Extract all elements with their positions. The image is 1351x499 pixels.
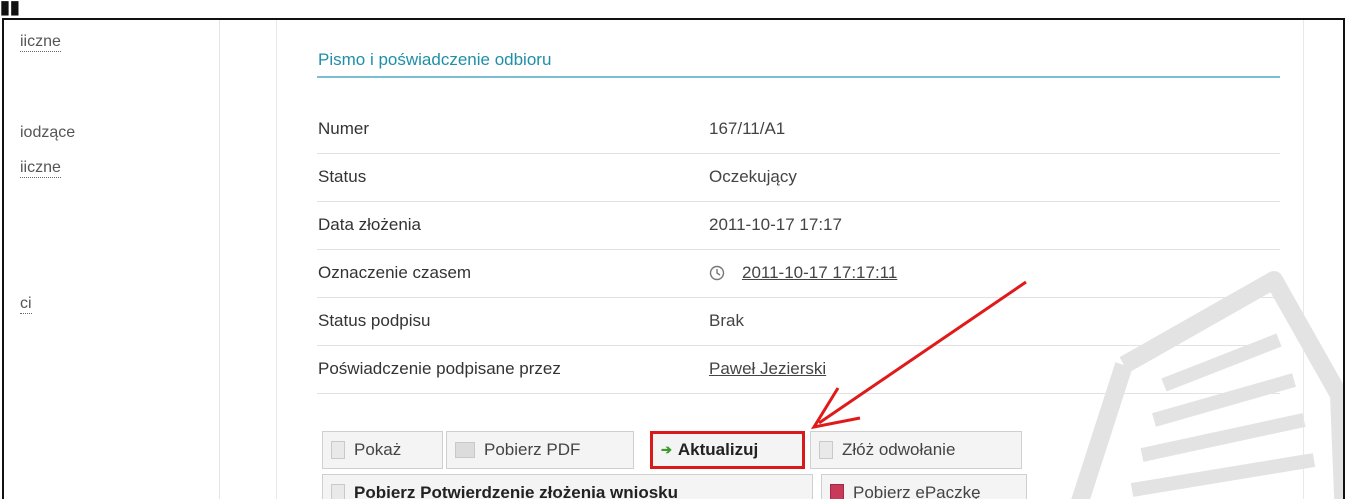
document-icon [819, 441, 833, 459]
download-confirmation-label: Pobierz Potwierdzenie złożenia wniosku [354, 483, 679, 499]
detail-value: 2011-10-17 17:17 [709, 215, 842, 234]
section-title: Pismo i poświadczenie odbioru [318, 50, 552, 69]
download-confirmation-button[interactable]: Pobierz Potwierdzenie złożenia wniosku [322, 474, 813, 499]
detail-value: 167/11/A1 [709, 119, 786, 138]
download-pdf-label: Pobierz PDF [484, 440, 581, 459]
left-sidebar: iiczne iodzące iiczne ci [4, 20, 220, 499]
printer-icon [455, 442, 475, 458]
document-icon [331, 484, 345, 499]
show-button[interactable]: Pokaż [322, 431, 443, 469]
sidebar-item-3[interactable]: iiczne [20, 159, 61, 178]
update-button-label: Aktualizuj [677, 440, 759, 459]
detail-label: Data złożenia [318, 215, 422, 234]
detail-label: Poświadczenie podpisane przez [318, 359, 561, 378]
download-pdf-button[interactable]: Pobierz PDF [446, 431, 634, 469]
clock-icon [709, 265, 725, 281]
detail-label: Numer [318, 119, 370, 138]
show-button-label: Pokaż [354, 440, 402, 459]
screenshot-frame: iiczne iodzące iiczne ci Pismo i poświad… [2, 18, 1345, 499]
document-icon [331, 441, 345, 459]
appeal-button[interactable]: Złóż odwołanie [810, 431, 1022, 469]
sidebar-item-1[interactable]: iiczne [20, 33, 61, 52]
download-package-label: Pobierz ePaczkę [853, 483, 981, 499]
sidebar-item-2[interactable]: iodzące [20, 124, 75, 142]
detail-row-data-zlozenia: Data złożenia 2011-10-17 17:17 [317, 201, 1280, 250]
package-icon [830, 484, 844, 499]
appeal-button-label: Złóż odwołanie [842, 440, 956, 459]
detail-value: Oczekujący [709, 167, 797, 186]
detail-label: Oznaczenie czasem [318, 263, 472, 282]
download-package-button[interactable]: Pobierz ePaczkę [821, 474, 1027, 499]
detail-value: Brak [709, 311, 744, 330]
update-button[interactable]: ➔ Aktualizuj [650, 431, 805, 469]
sidebar-item-4[interactable]: ci [20, 295, 32, 314]
detail-row-numer: Numer 167/11/A1 [317, 105, 1280, 154]
detail-row-status: Status Oczekujący [317, 153, 1280, 202]
title-divider [317, 76, 1280, 78]
corner-mark: ▮▮ [0, 0, 20, 17]
arrow-right-icon: ➔ [661, 442, 672, 457]
detail-label: Status [318, 167, 367, 186]
detail-label: Status podpisu [318, 311, 431, 330]
document-watermark [1071, 271, 1343, 499]
signer-link[interactable]: Paweł Jezierski [709, 359, 826, 379]
timestamp-link[interactable]: 2011-10-17 17:17:11 [742, 263, 897, 283]
